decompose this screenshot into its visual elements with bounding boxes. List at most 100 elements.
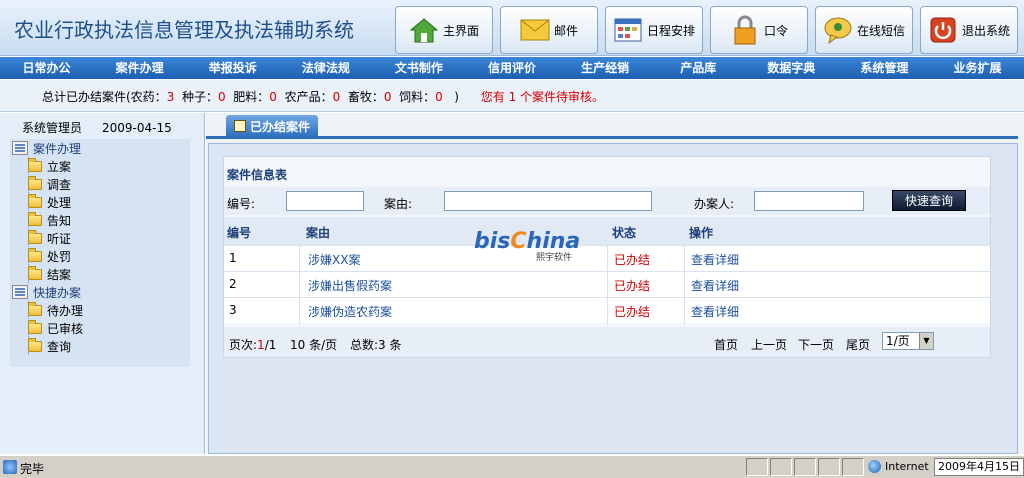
folder-icon [28,337,42,352]
status-text: 完毕 [20,462,45,476]
table-row: 2 涉嫌出售假药案 已办结 查看详细 [224,271,990,298]
lock-icon [730,15,760,45]
search-row: 编号: 案由: 办案人: 快速查询 [224,187,990,215]
nav-case-handling[interactable]: 案件办理 [93,57,186,79]
folder-icon [28,229,42,244]
header-number: 编号 [227,226,252,240]
nav-production[interactable]: 生产经销 [559,57,652,79]
tab-strip: 已办结案件 [206,113,1018,139]
page-icon [3,460,17,474]
nav-tree: 案件办理 立案 调查 处理 告知 听证 处罚 结案 快捷办案 待办理 已审核 查… [10,139,190,367]
table-row: 1 涉嫌XX案 已办结 查看详细 [224,245,990,272]
tree-item-close-case[interactable]: 结案 [28,265,71,283]
tree-group-quick-cases[interactable]: 快捷办案 [12,283,81,301]
nav-daily-office[interactable]: 日常办公 [0,57,93,79]
user-name: 系统管理员 [22,121,83,135]
nav-dictionary[interactable]: 数据字典 [745,57,838,79]
tree-item-todo[interactable]: 待办理 [28,301,83,319]
table-header: 编号 案由 状态 操作 [224,217,990,245]
reason-input[interactable] [444,191,652,211]
next-page-link[interactable]: 下一页 [798,336,834,353]
pending-notice[interactable]: 您有 1 个案件待审核。 [481,90,604,104]
app-title: 农业行政执法信息管理及执法辅助系统 [14,18,354,42]
dropdown-arrow-icon: ▼ [919,333,933,349]
header-action: 操作 [689,226,714,240]
case-status: 已办结 [614,279,651,293]
case-reason-link[interactable]: 涉嫌XX案 [308,251,360,268]
folder-icon [28,247,42,262]
total-info: 总数:3 条 [350,338,402,352]
number-input[interactable] [286,191,364,211]
first-page-link[interactable]: 首页 [714,336,738,353]
folder-icon [28,193,42,208]
folder-group-icon [12,285,28,299]
tree-item-penalty[interactable]: 处罚 [28,247,71,265]
folder-icon [28,301,42,316]
folder-icon [28,319,42,334]
main-nav: 日常办公 案件办理 举报投诉 法律法规 文书制作 信用评价 生产经销 产品库 数… [0,57,1024,79]
nav-extensions[interactable]: 业务扩展 [931,57,1024,79]
mail-button[interactable]: 邮件 [500,6,598,54]
view-detail-link[interactable]: 查看详细 [691,251,739,268]
sms-button[interactable]: 在线短信 [815,6,913,54]
browser-status-bar: 完毕 Internet 2009年4月15日 [0,455,1024,478]
nav-credit[interactable]: 信用评价 [465,57,558,79]
password-button[interactable]: 口令 [710,6,808,54]
tree-item-query[interactable]: 查询 [28,337,71,355]
tree-item-investigate[interactable]: 调查 [28,175,71,193]
handler-label: 办案人: [694,197,735,211]
folder-icon [28,265,42,280]
logout-button[interactable]: 退出系统 [920,6,1018,54]
tree-item-file-case[interactable]: 立案 [28,157,71,175]
pagination: 页次:1/1 10 条/页 总数:3 条 首页 上一页 下一页 尾页 1/页 ▼ [224,327,990,357]
calendar-icon [613,15,643,45]
quick-search-button[interactable]: 快速查询 [892,190,966,211]
view-detail-link[interactable]: 查看详细 [691,303,739,320]
folder-icon [28,175,42,190]
prev-page-link[interactable]: 上一页 [751,336,787,353]
app-header: 农业行政执法信息管理及执法辅助系统 主界面 邮件 日程安排 口令 在线短信 退出 [0,0,1024,56]
nav-documents[interactable]: 文书制作 [372,57,465,79]
security-zone: Internet [868,460,929,473]
schedule-button[interactable]: 日程安排 [605,6,703,54]
tree-item-reviewed[interactable]: 已审核 [28,319,83,337]
content-panel: 案件信息表 编号: 案由: 办案人: 快速查询 编号 案由 状态 操作 1 涉嫌… [208,143,1018,454]
page-select[interactable]: 1/页 ▼ [882,332,934,350]
nav-complaints[interactable]: 举报投诉 [186,57,279,79]
tab-closed-cases[interactable]: 已办结案件 [226,115,319,137]
per-page-info: 10 条/页 [290,338,338,352]
system-date: 2009年4月15日 [934,458,1024,476]
chat-icon [823,15,853,45]
globe-icon [868,460,881,473]
tree-group-case-handling[interactable]: 案件办理 [12,139,81,157]
case-reason-link[interactable]: 涉嫌出售假药案 [308,277,392,294]
last-page-link[interactable]: 尾页 [846,336,870,353]
nav-system[interactable]: 系统管理 [838,57,931,79]
stats-bar: 总计已办结案件(农药：3 种子：0 肥料：0 农产品：0 畜牧：0 饲料：0 )… [0,80,1024,112]
mail-icon [520,15,550,45]
home-icon [409,15,439,45]
tree-item-hearing[interactable]: 听证 [28,229,71,247]
view-detail-link[interactable]: 查看详细 [691,277,739,294]
document-icon [234,120,246,132]
page-info: 页次:1/1 [229,338,277,352]
handler-input[interactable] [754,191,864,211]
header-reason: 案由 [306,226,331,240]
nav-products[interactable]: 产品库 [652,57,745,79]
case-status: 已办结 [614,305,651,319]
power-icon [928,15,958,45]
folder-group-icon [12,141,28,155]
home-button[interactable]: 主界面 [395,6,493,54]
header-status: 状态 [612,226,637,240]
table-row: 3 涉嫌伪造农药案 已办结 查看详细 [224,297,990,324]
number-label: 编号: [227,197,256,211]
tree-item-process[interactable]: 处理 [28,193,71,211]
case-stats: 总计已办结案件(农药：3 种子：0 肥料：0 农产品：0 畜牧：0 饲料：0 )… [42,90,605,104]
folder-icon [28,211,42,226]
reason-label: 案由: [384,197,413,211]
main-content: 已办结案件 案件信息表 编号: 案由: 办案人: 快速查询 编号 案由 状态 操… [206,113,1024,454]
case-info-card: 案件信息表 编号: 案由: 办案人: 快速查询 编号 案由 状态 操作 1 涉嫌… [223,156,991,358]
case-reason-link[interactable]: 涉嫌伪造农药案 [308,303,392,320]
tree-item-notify[interactable]: 告知 [28,211,71,229]
nav-laws[interactable]: 法律法规 [279,57,372,79]
